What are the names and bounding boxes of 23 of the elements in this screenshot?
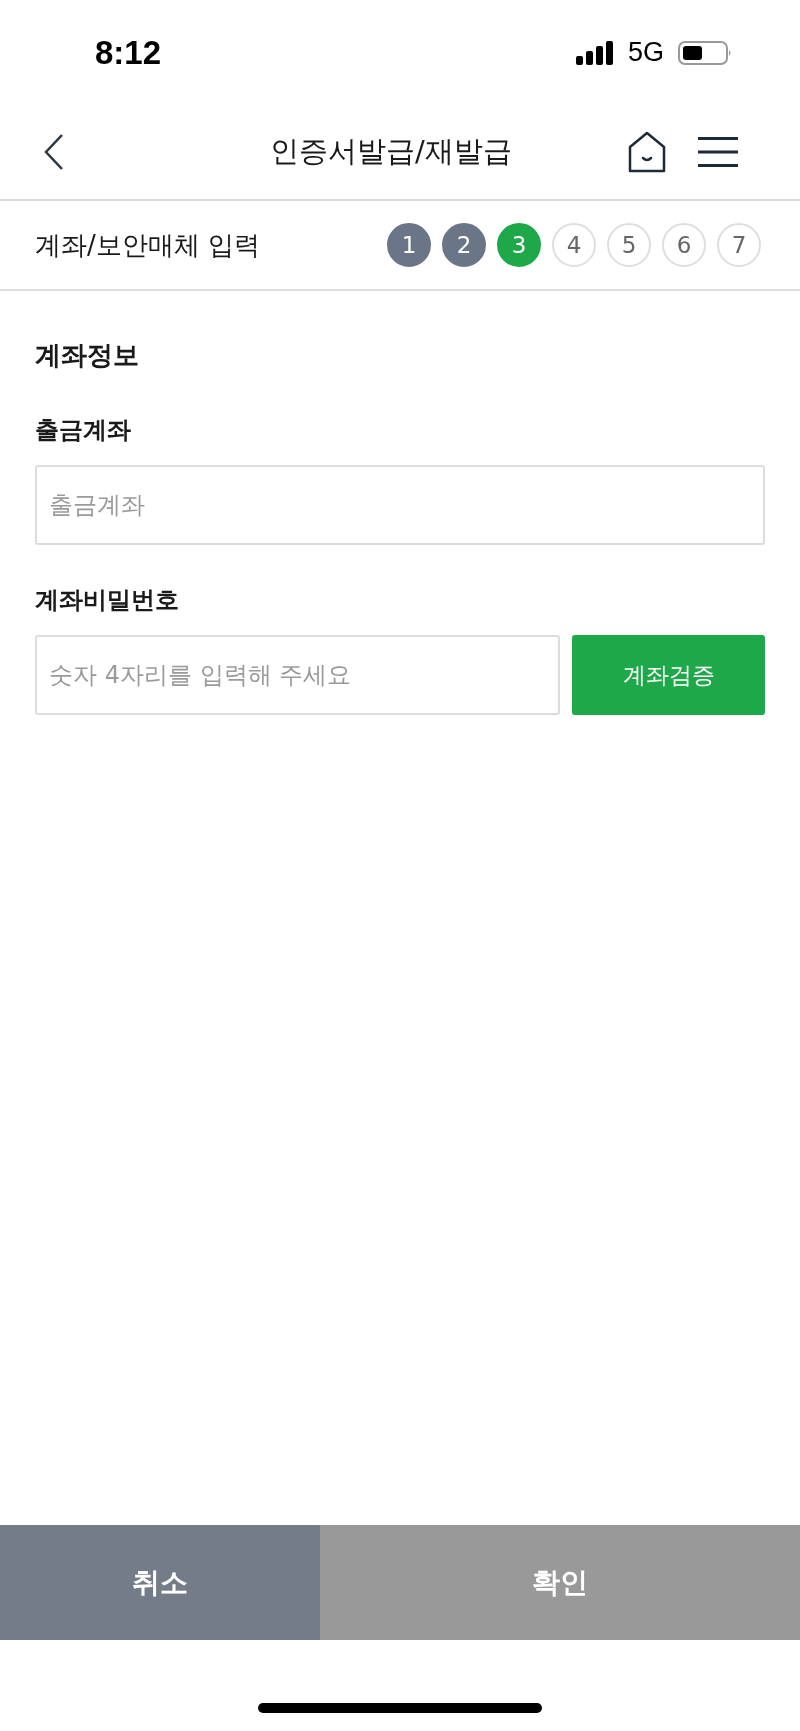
battery-icon <box>678 40 732 65</box>
verify-button[interactable]: 계좌검증 <box>572 635 765 715</box>
step-indicator: 4 <box>552 223 596 267</box>
section-title: 계좌정보 <box>35 339 139 372</box>
step-indicator: 1 <box>387 223 431 267</box>
step-indicator: 6 <box>662 223 706 267</box>
page-title: 인증서발급/재발급 <box>270 133 512 170</box>
step-indicator: 3 <box>497 223 541 267</box>
menu-icon[interactable] <box>698 137 738 167</box>
back-icon[interactable] <box>44 134 64 170</box>
home-icon[interactable] <box>628 131 666 173</box>
field-label: 출금계좌 <box>35 415 131 446</box>
step-indicator: 7 <box>717 223 761 267</box>
step-indicator: 2 <box>442 223 486 267</box>
field-label: 계좌비밀번호 <box>35 585 179 616</box>
status-time: 8:12 <box>95 33 162 72</box>
step-indicator: 5 <box>607 223 651 267</box>
input-field[interactable]: 숫자 4자리를 입력해 주세요 <box>35 635 560 715</box>
cancel-button[interactable]: 취소 <box>0 1525 320 1640</box>
signal-icon <box>575 40 614 65</box>
network-label: 5G <box>627 37 664 68</box>
step-title: 계좌/보안매체 입력 <box>35 228 261 262</box>
input-field[interactable]: 출금계좌 <box>35 465 765 545</box>
